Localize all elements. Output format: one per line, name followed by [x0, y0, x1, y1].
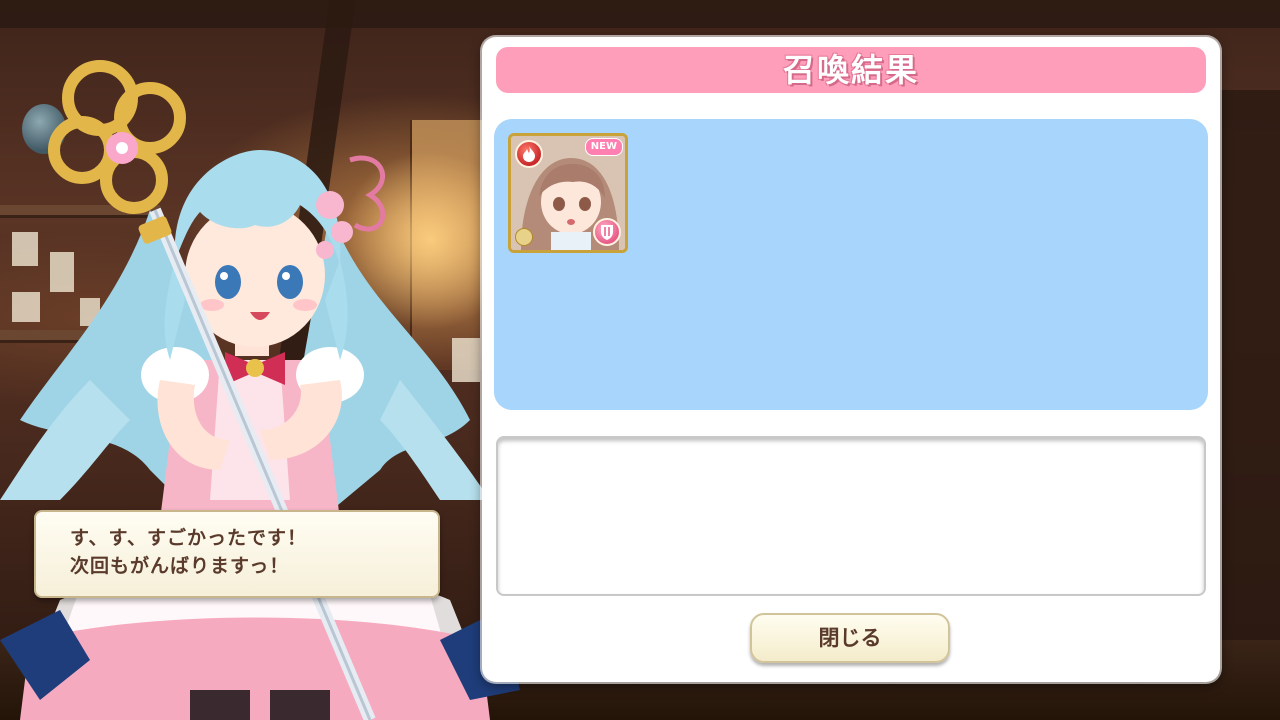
speech-bubble: す、す、すごかったです！ 次回もがんばりますっ！: [34, 510, 440, 598]
new-badge: NEW: [584, 138, 623, 156]
game-screen: す、す、すごかったです！ 次回もがんばりますっ！ 召喚結果 NEW 閉じる: [0, 0, 1280, 720]
close-button[interactable]: 閉じる: [750, 613, 950, 663]
rarity-icon: [515, 228, 533, 246]
message-box: [496, 436, 1206, 596]
character-card[interactable]: NEW: [508, 133, 628, 253]
speech-line: す、す、すごかったです！: [70, 527, 307, 549]
dialog-title: 召喚結果: [496, 47, 1206, 93]
speech-line: 次回もがんばりますっ！: [70, 555, 290, 577]
fire-icon: [515, 140, 543, 168]
shield-icon: [593, 218, 621, 246]
summon-result-dialog: 召喚結果 NEW 閉じる: [482, 37, 1220, 682]
summon-result-area: NEW: [494, 119, 1208, 410]
character-illustration: [0, 60, 520, 720]
